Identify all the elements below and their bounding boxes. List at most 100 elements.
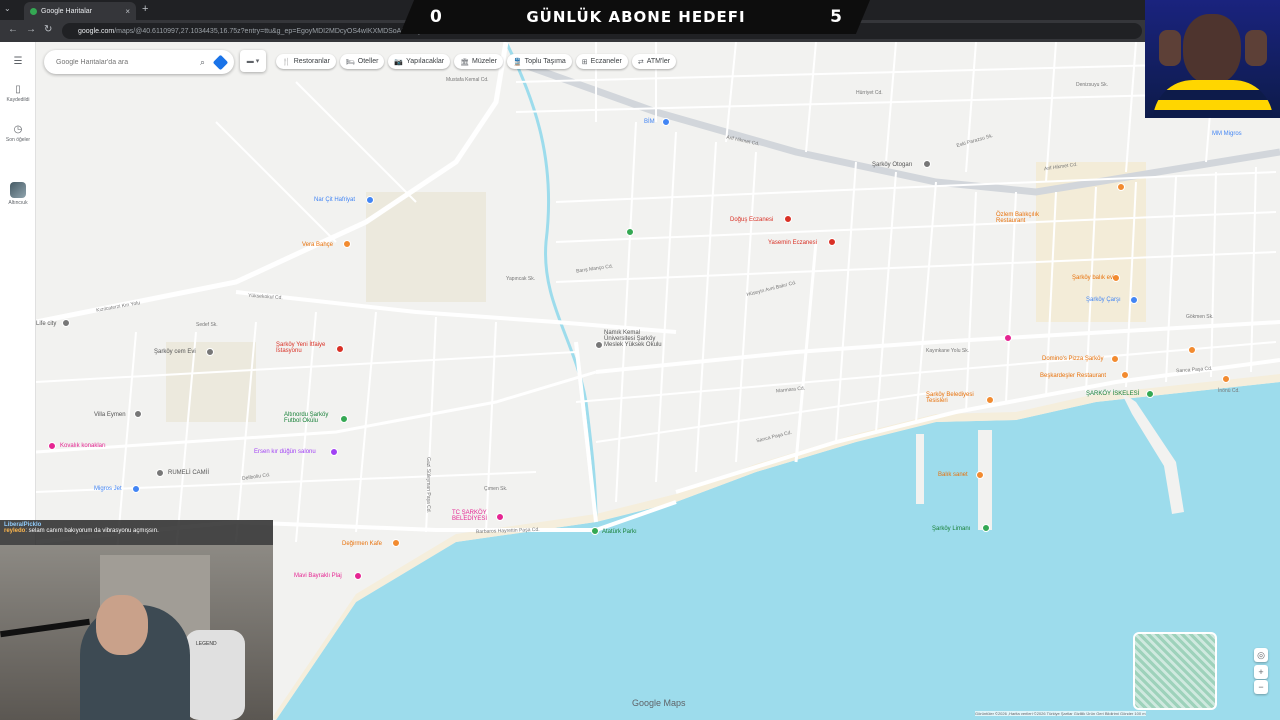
park-icon[interactable] [626, 228, 634, 236]
chip-atms[interactable]: ⇄ ATM'ler [631, 54, 677, 69]
forward-icon[interactable]: → [26, 24, 36, 35]
restaurant-icon[interactable] [1188, 346, 1196, 354]
url-host: google.com [78, 27, 115, 35]
saved-button[interactable]: ▯ Kaydedildi [0, 84, 36, 103]
place-label[interactable]: Kovalık konakları [60, 443, 106, 449]
shopping-icon[interactable] [132, 485, 140, 493]
recents-label: Son öğeler [5, 137, 31, 143]
park-icon[interactable] [591, 527, 599, 535]
place-label[interactable]: Balık sanet [938, 472, 968, 478]
chip-museums[interactable]: 🏛 Müzeler [454, 54, 503, 69]
cafe-icon[interactable] [392, 539, 400, 547]
category-chips: 🍴 Restoranlar 🛏 Oteller 📷 Yapılacaklar 🏛 Müz… [276, 54, 677, 69]
place-label[interactable]: ŞARKÖY İSKELESİ [1086, 391, 1139, 397]
place-label[interactable]: Life city [36, 321, 56, 327]
menu-button[interactable]: ☰ [0, 56, 36, 69]
place-label[interactable]: Altınordu Şarköy Futbol Okulu [284, 412, 340, 424]
mosque-icon[interactable] [156, 469, 164, 477]
place-pin-icon[interactable] [62, 319, 70, 327]
place-label[interactable]: Şarköy Belediyesi Tesisleri [926, 392, 986, 404]
restaurant-icon[interactable] [986, 396, 994, 404]
restaurant-icon[interactable] [1222, 375, 1230, 383]
place-pin-icon[interactable] [366, 196, 374, 204]
place-pin-icon[interactable] [206, 348, 214, 356]
park-icon[interactable] [340, 415, 348, 423]
bus-station-icon[interactable] [923, 160, 931, 168]
place-thumbnail [10, 182, 26, 198]
place-label[interactable]: Vera Bahçe [302, 242, 333, 248]
place-label[interactable]: Migros Jet [94, 486, 122, 492]
place-label[interactable]: Mavi Bayraklı Plaj [294, 573, 342, 579]
recents-button[interactable]: ◷ Son öğeler [0, 124, 36, 143]
pier-icon[interactable] [1146, 390, 1154, 398]
restaurant-icon[interactable] [976, 471, 984, 479]
pharmacy-icon[interactable] [828, 238, 836, 246]
subscriber-goal-banner: 0 GÜNLÜK ABONE HEDEFI 5 [400, 0, 870, 34]
zoom-out-button[interactable]: − [1254, 680, 1268, 694]
harbor-icon[interactable] [982, 524, 990, 532]
place-label[interactable]: MM Migros [1212, 131, 1242, 137]
place-label[interactable]: Ersen kır düğün salonu [254, 449, 316, 455]
restaurant-icon[interactable] [1111, 355, 1119, 363]
pharmacy-icon: ⊞ [581, 58, 588, 66]
close-tab-icon[interactable]: × [125, 7, 130, 16]
place-label[interactable]: BİM [644, 119, 655, 125]
place-label[interactable]: Atatürk Parkı [602, 529, 637, 535]
restaurant-icon[interactable] [1121, 371, 1129, 379]
place-label[interactable]: Şarköy Limanı [932, 526, 970, 532]
hotel-icon[interactable] [1004, 334, 1012, 342]
beach-icon[interactable] [354, 572, 362, 580]
place-label[interactable]: Namık Kemal Üniversitesi Şarköy Meslek Y… [604, 330, 664, 348]
pharmacy-icon[interactable] [784, 215, 792, 223]
tab-search-icon[interactable]: ⌄ [4, 4, 11, 13]
place-label[interactable]: Nar Çit Hafriyat [314, 197, 355, 203]
place-label[interactable]: Doğuş Eczanesi [730, 217, 773, 223]
place-label[interactable]: Şarköy Yeni İtfaiye İstasyonu [276, 342, 336, 354]
back-icon[interactable]: ← [8, 24, 18, 35]
fire-station-icon[interactable] [336, 345, 344, 353]
new-tab-button[interactable]: + [142, 3, 148, 15]
street-label: Sedef Sk. [196, 322, 218, 328]
street-label: Mustafa Kemal Cd. [446, 77, 489, 83]
place-label[interactable]: Şarköy cem Evi [154, 349, 196, 355]
bed-icon: 🛏 [345, 58, 355, 66]
street-label: Yapıncak Sk. [506, 276, 536, 282]
chip-restaurants[interactable]: 🍴 Restoranlar [276, 54, 336, 69]
place-label[interactable]: Değirmen Kafe [342, 541, 382, 547]
satellite-layer-toggle[interactable] [1133, 632, 1217, 710]
chip-label: Yapılacaklar [406, 58, 445, 65]
place-pin-icon[interactable] [134, 410, 142, 418]
zoom-in-button[interactable]: + [1254, 665, 1268, 679]
search-input[interactable] [56, 58, 176, 66]
hotel-icon[interactable] [48, 442, 56, 450]
chip-pharmacies[interactable]: ⊞ Eczaneler [575, 54, 628, 69]
place-pin-icon[interactable] [662, 118, 670, 126]
place-label[interactable]: Şarköy Çarşı [1086, 297, 1121, 303]
place-label[interactable]: Yasemin Eczanesi [768, 240, 817, 246]
place-label[interactable]: Domino's Pizza Şarköy [1042, 356, 1104, 362]
place-label[interactable]: Beşkardeşler Restaurant [1040, 373, 1106, 379]
reload-icon[interactable]: ↻ [44, 24, 52, 35]
place-label[interactable]: Villa Eymen [94, 412, 126, 418]
place-label[interactable]: Şarköy Otogarı [872, 162, 912, 168]
venue-icon[interactable] [330, 448, 338, 456]
place-label[interactable]: Özlem Balıkçılık Restaurant [996, 212, 1066, 224]
search-icon[interactable]: ⌕ [200, 57, 205, 68]
place-pin-icon[interactable] [1130, 296, 1138, 304]
place-label[interactable]: RUMELİ CAMİİ [168, 470, 209, 476]
school-icon[interactable] [595, 341, 603, 349]
street-label: Kayınkane Yolu Sk. [926, 348, 970, 354]
chip-transit[interactable]: 🚆 Toplu Taşıma [506, 54, 572, 69]
chat-overlay: LiberalPicklo reyledo: selam canım bakıy… [0, 520, 273, 545]
my-location-button[interactable]: ◎ [1254, 648, 1268, 662]
chip-things-to-do[interactable]: 📷 Yapılacaklar [388, 54, 451, 69]
place-pin-icon[interactable] [343, 240, 351, 248]
chip-hotels[interactable]: 🛏 Oteller [339, 54, 385, 69]
recent-place-button[interactable]: Altıncıuk [0, 182, 36, 206]
place-label[interactable]: TC ŞARKÖY BELEDİYESİ [452, 510, 498, 522]
directions-icon[interactable] [212, 54, 229, 70]
restaurant-icon[interactable] [1117, 183, 1125, 191]
layers-button[interactable]: ▬ ▾ [240, 50, 266, 72]
place-label[interactable]: Şarköy balık evi [1072, 275, 1114, 281]
browser-tab[interactable]: Google Haritalar × [24, 2, 136, 20]
